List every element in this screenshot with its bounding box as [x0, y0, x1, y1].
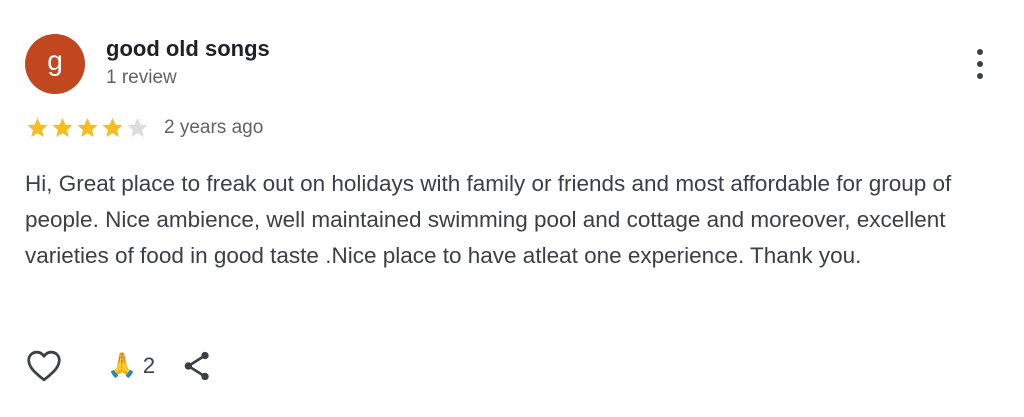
star-empty-icon [127, 118, 148, 137]
author-review-count[interactable]: 1 review [106, 67, 177, 89]
star-filled-icon [27, 118, 48, 137]
avatar[interactable]: g [25, 34, 85, 94]
review-text: Hi, Great place to freak out on holidays… [25, 171, 952, 268]
rating-row: 2 years ago [25, 114, 263, 142]
more-options-icon [977, 49, 983, 55]
reaction-button[interactable]: 🙏 2 [107, 353, 155, 379]
more-options-icon-dot [977, 73, 983, 79]
reaction-count: 2 [142, 353, 156, 378]
more-options-button[interactable] [964, 44, 996, 84]
review-card: g good old songs 1 review 2 years ago Hi… [0, 0, 1024, 417]
star-filled-icon [52, 118, 73, 137]
star-filled-icon [102, 118, 123, 137]
review-actions: 🙏 2 [25, 346, 215, 386]
review-time: 2 years ago [164, 117, 264, 138]
more-options-icon-dot [977, 61, 983, 67]
star-rating [25, 116, 150, 140]
like-button[interactable] [25, 347, 63, 385]
author-name[interactable]: good old songs [106, 36, 270, 62]
share-button[interactable] [179, 348, 215, 384]
share-icon [184, 351, 209, 381]
star-filled-icon [77, 118, 98, 137]
folded-hands-icon: 🙏 [107, 352, 137, 379]
heart-outline-icon [27, 350, 61, 382]
